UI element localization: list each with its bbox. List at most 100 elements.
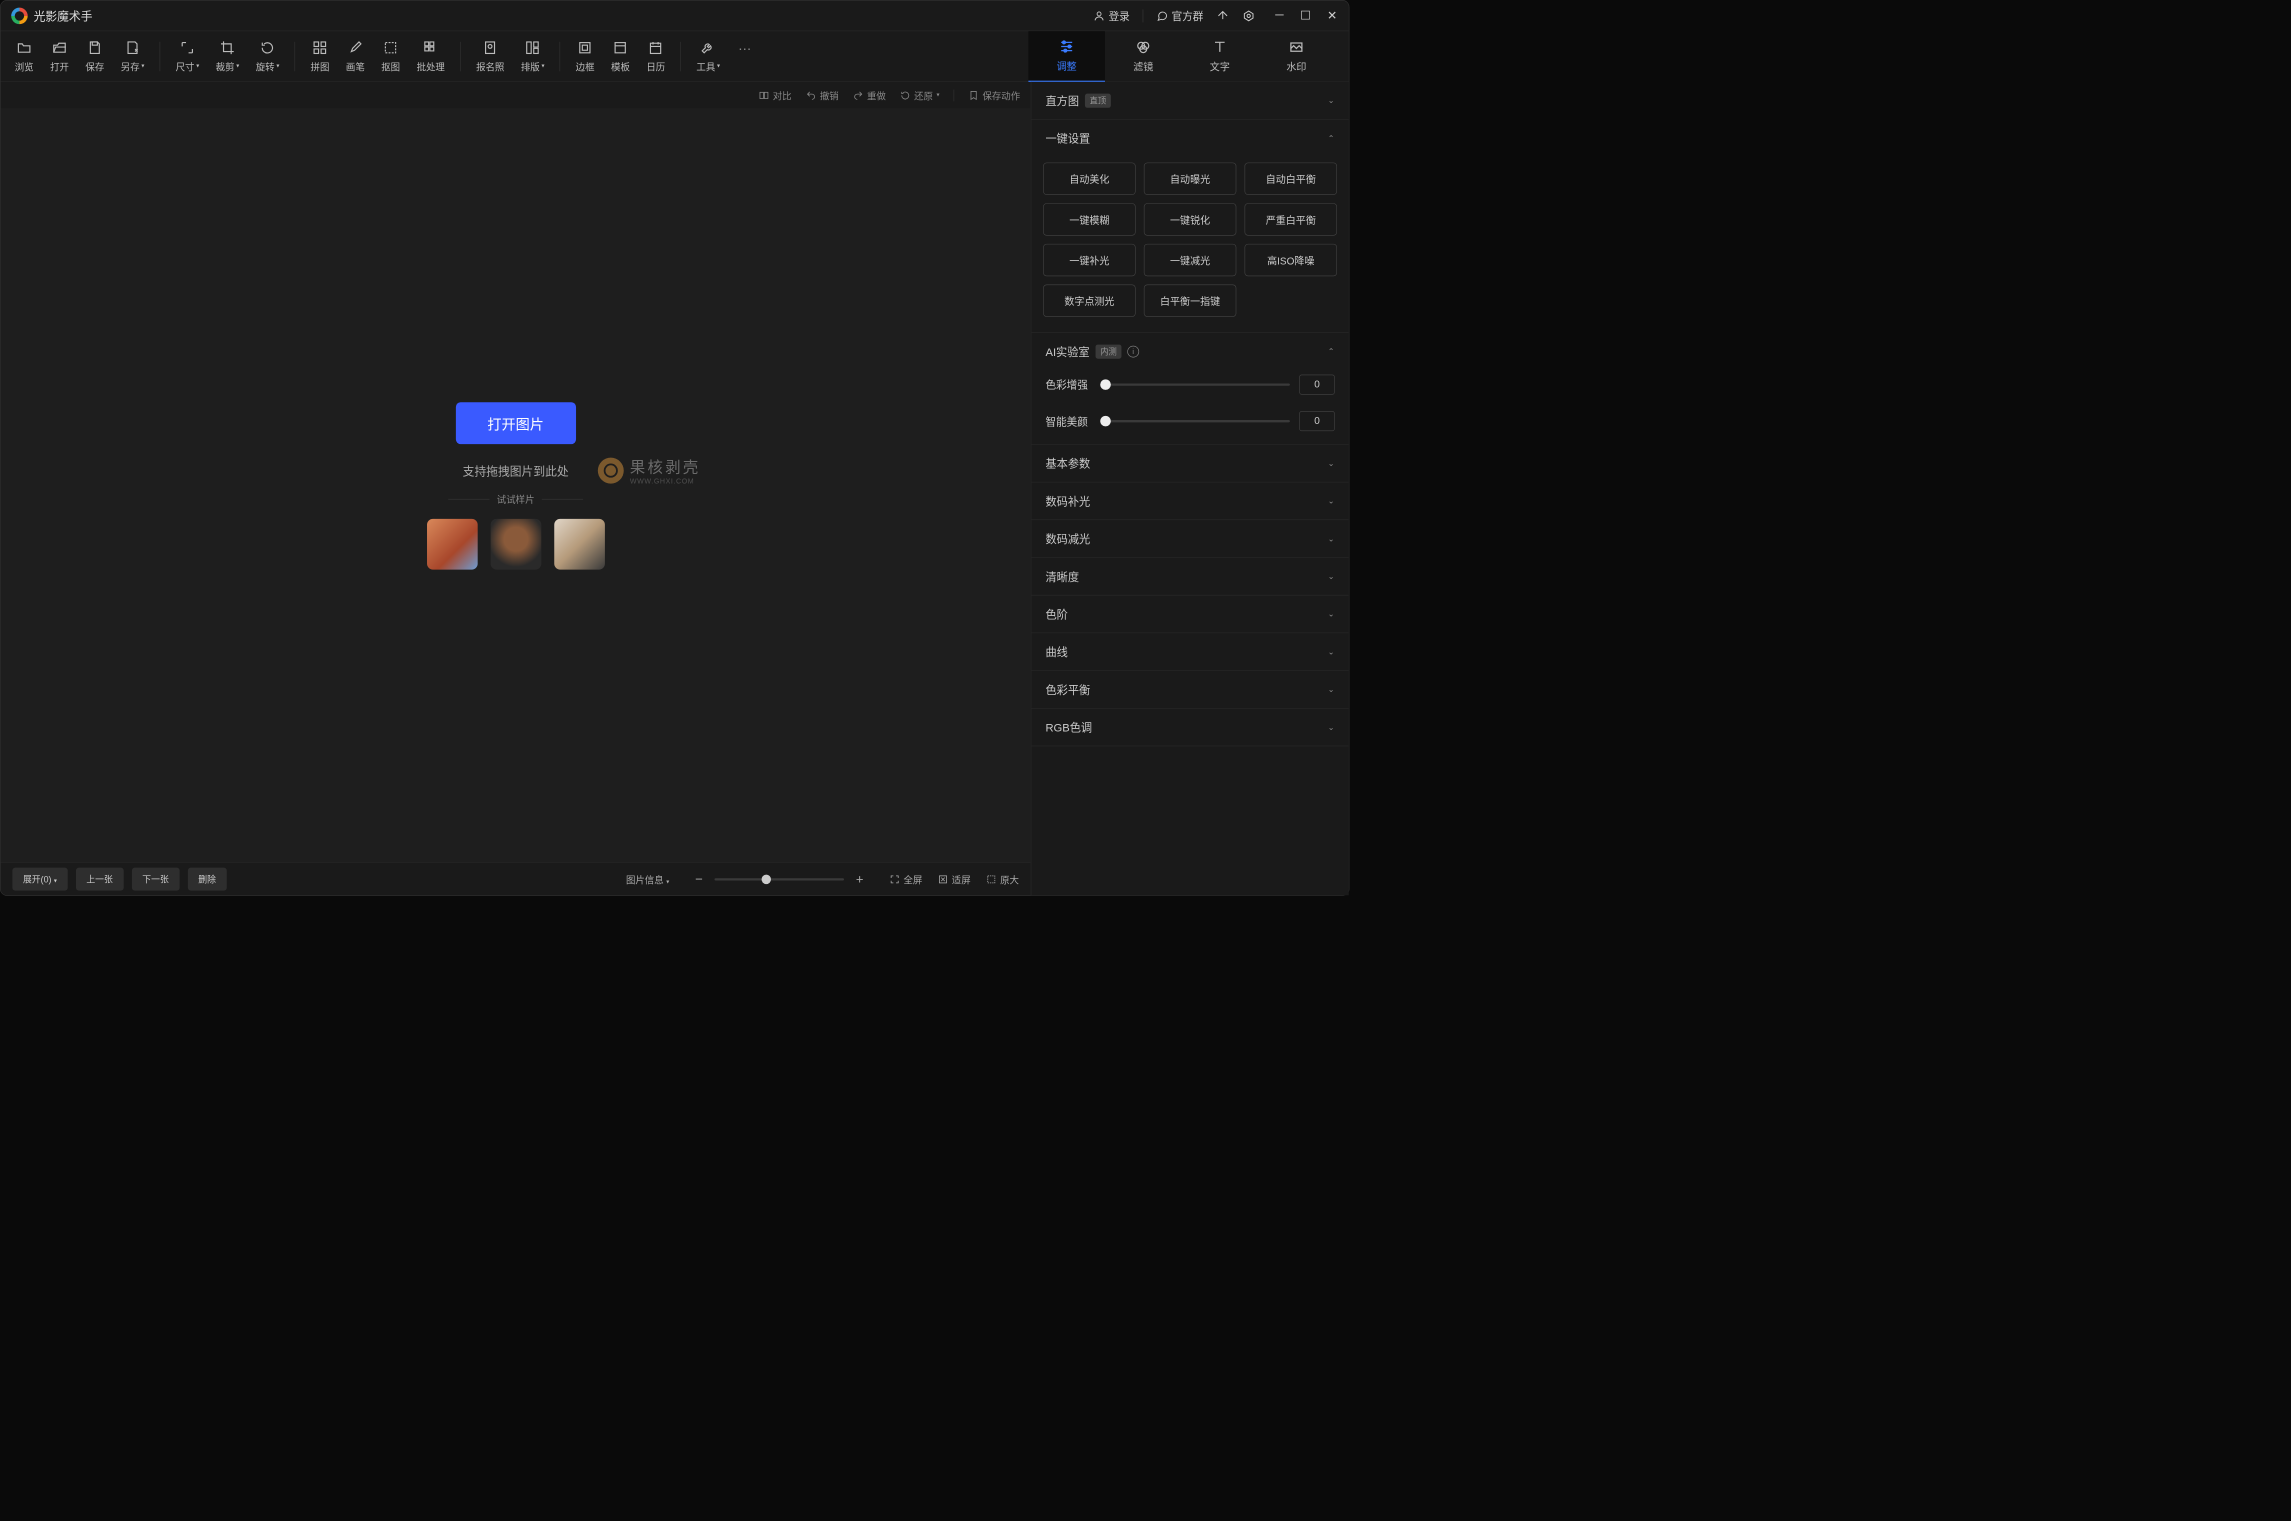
tool-save[interactable]: 保存 xyxy=(85,39,104,73)
chevron-down-icon: ⌄ xyxy=(1328,95,1335,105)
wrench-icon xyxy=(701,40,716,55)
tool-border[interactable]: 边框 xyxy=(576,39,595,73)
slider-label: 色彩增强 xyxy=(1045,377,1096,392)
image-info-button[interactable]: 图片信息 ▾ xyxy=(626,872,669,886)
drop-hint-text: 支持拖拽图片到此处 xyxy=(463,461,569,478)
section-collapsed-3[interactable]: 清晰度⌄ xyxy=(1031,558,1348,595)
fullscreen-button[interactable]: 全屏 xyxy=(889,872,922,886)
prev-button[interactable]: 上一张 xyxy=(76,868,124,891)
sample-image-3[interactable] xyxy=(554,519,605,570)
chevron-down-icon: ⌄ xyxy=(1328,684,1335,694)
tool-batch[interactable]: 批处理 xyxy=(417,39,445,73)
oneclick-button-1[interactable]: 自动曝光 xyxy=(1144,163,1236,195)
fullscreen-icon xyxy=(889,874,900,885)
oneclick-button-2[interactable]: 自动白平衡 xyxy=(1245,163,1337,195)
official-group-button[interactable]: 官方群 xyxy=(1156,8,1203,23)
original-size-button[interactable]: 原大 xyxy=(986,872,1019,886)
tool-open[interactable]: 打开 xyxy=(50,39,69,73)
next-button[interactable]: 下一张 xyxy=(132,868,180,891)
oneclick-button-0[interactable]: 自动美化 xyxy=(1043,163,1135,195)
watermark-icon xyxy=(1288,39,1304,55)
redo-button[interactable]: 重做 xyxy=(853,88,886,102)
share-icon[interactable] xyxy=(1216,9,1229,22)
batch-icon xyxy=(423,40,438,55)
undo-button[interactable]: 撤销 xyxy=(806,88,839,102)
close-button[interactable]: ✕ xyxy=(1327,8,1337,23)
slider-value[interactable]: 0 xyxy=(1299,375,1334,395)
tool-calendar[interactable]: 日历 xyxy=(646,39,665,73)
delete-button[interactable]: 删除 xyxy=(188,868,227,891)
bookmark-icon xyxy=(968,90,979,101)
watermark-logo-icon xyxy=(598,458,624,484)
section-collapsed-7[interactable]: RGB色调⌄ xyxy=(1031,709,1348,746)
redo-icon xyxy=(853,90,864,101)
settings-icon[interactable] xyxy=(1242,9,1255,22)
tool-tools[interactable]: 工具▾ xyxy=(696,39,720,73)
chevron-down-icon: ⌄ xyxy=(1328,534,1335,544)
oneclick-button-8[interactable]: 高ISO降噪 xyxy=(1245,244,1337,276)
oneclick-button-5[interactable]: 严重白平衡 xyxy=(1245,203,1337,235)
app-logo-icon xyxy=(11,7,27,23)
tool-save-as[interactable]: 另存▾ xyxy=(121,39,145,73)
open-image-button[interactable]: 打开图片 xyxy=(456,402,576,444)
oneclick-button-10[interactable]: 白平衡一指键 xyxy=(1144,284,1236,316)
zoom-in-button[interactable]: + xyxy=(856,871,864,886)
rtab-watermark[interactable]: 水印 xyxy=(1258,31,1335,82)
rtab-adjust[interactable]: 调整 xyxy=(1028,31,1105,82)
filter-icon xyxy=(1135,39,1151,55)
tool-layout[interactable]: 排版▾ xyxy=(521,39,545,73)
expand-button[interactable]: 展开(0) ▾ xyxy=(12,868,67,891)
tool-browse[interactable]: 浏览 xyxy=(15,39,34,73)
maximize-button[interactable]: ☐ xyxy=(1300,8,1311,23)
tool-rotate[interactable]: 旋转▾ xyxy=(256,39,280,73)
info-icon[interactable]: i xyxy=(1127,345,1139,357)
oneclick-button-3[interactable]: 一键模糊 xyxy=(1043,203,1135,235)
section-ailab[interactable]: AI实验室 内测 i ⌃ xyxy=(1031,333,1348,370)
chevron-down-icon: ⌄ xyxy=(1328,458,1335,468)
grid-icon xyxy=(312,40,327,55)
slider-1[interactable] xyxy=(1106,416,1290,427)
chevron-up-icon: ⌃ xyxy=(1328,346,1335,356)
oneclick-button-7[interactable]: 一键减光 xyxy=(1144,244,1236,276)
compare-button[interactable]: 对比 xyxy=(759,88,792,102)
calendar-icon xyxy=(648,40,663,55)
sample-image-1[interactable] xyxy=(427,519,478,570)
oneclick-button-9[interactable]: 数字点测光 xyxy=(1043,284,1135,316)
canvas-area[interactable]: 打开图片 支持拖拽图片到此处 试试样片 果核剥壳WWW.GHXI.COM xyxy=(1,109,1031,862)
tool-id-photo[interactable]: 报名照 xyxy=(476,39,504,73)
tool-brush[interactable]: 画笔 xyxy=(346,39,365,73)
original-icon xyxy=(986,874,997,885)
zoom-slider[interactable] xyxy=(715,878,845,880)
minimize-button[interactable]: ─ xyxy=(1275,8,1283,23)
rtab-text[interactable]: 文字 xyxy=(1182,31,1259,82)
section-collapsed-6[interactable]: 色彩平衡⌄ xyxy=(1031,671,1348,708)
section-collapsed-2[interactable]: 数码减光⌄ xyxy=(1031,520,1348,557)
section-collapsed-0[interactable]: 基本参数⌄ xyxy=(1031,445,1348,482)
tool-cutout[interactable]: 抠图 xyxy=(381,39,400,73)
tool-crop[interactable]: 裁剪▾ xyxy=(216,39,240,73)
slider-label: 智能美颜 xyxy=(1045,413,1096,428)
reset-button[interactable]: 还原▾ xyxy=(900,88,939,102)
section-collapsed-4[interactable]: 色阶⌄ xyxy=(1031,595,1348,632)
zoom-out-button[interactable]: − xyxy=(695,871,703,886)
section-collapsed-1[interactable]: 数码补光⌄ xyxy=(1031,482,1348,519)
canvas-subbar: 对比 撤销 重做 还原▾ 保存动作 xyxy=(1,82,1031,109)
chevron-down-icon: ⌄ xyxy=(1328,609,1335,619)
sample-image-2[interactable] xyxy=(490,519,541,570)
fit-button[interactable]: 适屏 xyxy=(938,872,971,886)
slider-value[interactable]: 0 xyxy=(1299,411,1334,431)
tool-more[interactable]: ⋯ xyxy=(737,41,753,72)
section-histogram[interactable]: 直方图 直顶 ⌄ xyxy=(1031,82,1348,119)
save-action-button[interactable]: 保存动作 xyxy=(968,88,1020,102)
tool-template[interactable]: 模板 xyxy=(611,39,630,73)
login-button[interactable]: 登录 xyxy=(1093,8,1130,23)
rtab-filter[interactable]: 滤镜 xyxy=(1105,31,1182,82)
oneclick-button-6[interactable]: 一键补光 xyxy=(1043,244,1135,276)
tool-collage[interactable]: 拼图 xyxy=(311,39,330,73)
tool-size[interactable]: 尺寸▾ xyxy=(176,39,200,73)
histogram-badge: 直顶 xyxy=(1085,93,1111,107)
section-oneclick[interactable]: 一键设置 ⌃ xyxy=(1031,120,1348,157)
section-collapsed-5[interactable]: 曲线⌄ xyxy=(1031,633,1348,670)
slider-0[interactable] xyxy=(1106,379,1290,390)
oneclick-button-4[interactable]: 一键锐化 xyxy=(1144,203,1236,235)
